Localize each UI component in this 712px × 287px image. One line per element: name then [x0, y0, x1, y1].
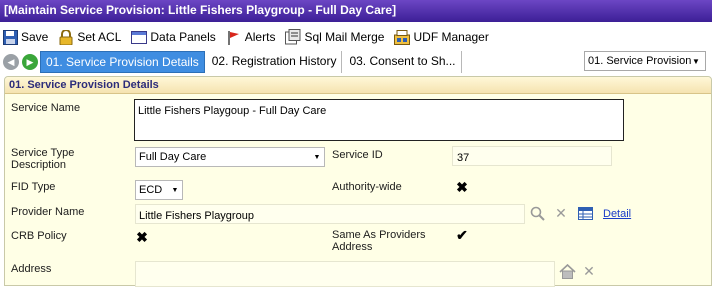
fid-type-select[interactable]: ECD ▼ — [135, 180, 183, 200]
clear-x-icon[interactable]: ✕ — [553, 205, 569, 221]
udf-manager-icon — [394, 29, 411, 45]
tab-bar: ◀ ▶ 01. Service Provision Details 02. Re… — [0, 50, 712, 74]
service-type-select[interactable]: Full Day Care ▼ — [135, 147, 325, 167]
alerts-label: Alerts — [244, 30, 276, 44]
detail-link[interactable]: Detail — [603, 208, 631, 220]
data-panels-label: Data Panels — [150, 30, 216, 44]
tab-select-dropdown[interactable]: 01. Service Provision ▼ — [584, 51, 706, 71]
window-title: [Maintain Service Provision: Little Fish… — [0, 0, 712, 22]
service-id-field: 37 — [452, 146, 612, 166]
panel-window-icon — [131, 29, 148, 45]
provider-name-label: Provider Name — [11, 206, 85, 218]
address-label: Address — [11, 263, 52, 275]
clear-x-icon[interactable]: ✕ — [581, 263, 597, 279]
service-id-label: Service ID — [332, 149, 383, 161]
provider-name-value: Little Fishers Playgroup — [139, 210, 254, 222]
save-label: Save — [21, 30, 49, 44]
authority-wide-label: Authority-wide — [332, 181, 402, 193]
back-arrow-icon[interactable]: ◀ — [3, 54, 19, 70]
udf-manager-label: UDF Manager — [413, 30, 489, 44]
detail-table-icon[interactable] — [577, 205, 593, 221]
tab-select-value: 01. Service Provision — [588, 55, 692, 67]
same-as-providers-address-label: Same As Providers Address — [332, 229, 426, 253]
set-acl-label: Set ACL — [77, 30, 122, 44]
save-button[interactable]: Save — [2, 29, 48, 45]
provider-name-field: Little Fishers Playgroup — [135, 204, 525, 224]
forward-arrow-icon[interactable]: ▶ — [22, 54, 38, 70]
tab-consent-to-share[interactable]: 03. Consent to Sh... — [344, 51, 462, 73]
tab-registration-history[interactable]: 02. Registration History — [206, 51, 343, 73]
chevron-down-icon[interactable]: ▼ — [310, 148, 324, 166]
flag-icon — [226, 29, 242, 45]
service-name-field[interactable]: Little Fishers Playgoup - Full Day Care — [134, 99, 624, 141]
padlock-icon — [58, 29, 74, 45]
mail-merge-icon — [285, 29, 301, 45]
search-icon[interactable] — [529, 205, 545, 221]
service-id-value: 37 — [457, 152, 470, 164]
crb-policy-label: CRB Policy — [11, 230, 67, 242]
floppy-disk-icon — [2, 29, 18, 45]
set-acl-button[interactable]: Set ACL — [58, 29, 121, 45]
fid-type-value: ECD — [139, 184, 163, 196]
service-type-value: Full Day Care — [139, 151, 207, 163]
toolbar: Save Set ACL Data Panels Alerts Sql Mail… — [0, 26, 712, 48]
service-name-value: Little Fishers Playgoup - Full Day Care — [138, 105, 327, 117]
alerts-button[interactable]: Alerts — [226, 29, 276, 45]
home-icon[interactable] — [558, 263, 576, 279]
fid-type-label: FID Type — [11, 181, 56, 193]
same-as-providers-address-checkbox[interactable]: ✔ — [455, 227, 469, 243]
sql-mail-merge-label: Sql Mail Merge — [304, 30, 385, 44]
chevron-down-icon[interactable]: ▼ — [689, 52, 703, 70]
panel-title: 01. Service Provision Details — [5, 77, 711, 94]
crb-policy-checkbox[interactable]: ✖ — [135, 229, 149, 245]
tab-service-provision-details[interactable]: 01. Service Provision Details — [40, 51, 205, 73]
service-type-label: Service Type Description — [11, 147, 75, 171]
detail-link-wrap: Detail — [603, 208, 631, 220]
service-name-label: Service Name — [11, 102, 81, 114]
address-field — [135, 261, 555, 287]
sql-mail-merge-button[interactable]: Sql Mail Merge — [285, 29, 384, 45]
service-provision-panel: 01. Service Provision Details Service Na… — [4, 76, 712, 287]
chevron-down-icon[interactable]: ▼ — [168, 181, 182, 199]
udf-manager-button[interactable]: UDF Manager — [394, 29, 489, 45]
data-panels-button[interactable]: Data Panels — [131, 29, 216, 45]
authority-wide-checkbox[interactable]: ✖ — [455, 179, 469, 195]
